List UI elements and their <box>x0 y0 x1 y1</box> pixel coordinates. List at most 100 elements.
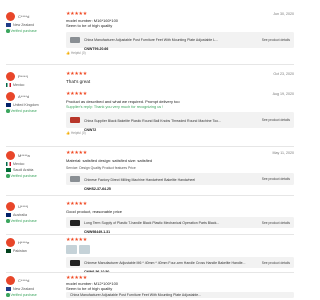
review-body: ★★★★★ That's great <box>66 71 294 85</box>
reviewer-info: U****l Australia Verified purchase <box>6 202 37 223</box>
product-thumbnail <box>70 219 80 226</box>
product-code: CNW72 <box>84 127 97 132</box>
divider <box>6 146 294 147</box>
product-box[interactable]: China Manufacturer Adjustable Post Furni… <box>66 31 294 52</box>
verified-icon <box>6 109 10 113</box>
review-body: ★★★★★ Product as described and what we r… <box>66 92 294 135</box>
verified-icon <box>6 219 10 223</box>
rating-stars: ★★★★★ <box>66 237 87 243</box>
avatar <box>6 72 15 81</box>
review-line: That's great <box>66 79 91 84</box>
rating-stars: ★★★★★ <box>66 201 87 207</box>
verified-label: Verified purchase <box>10 293 37 297</box>
review-body: ★★★★★ model number: M16*160*100 Seem to … <box>66 12 294 55</box>
avatar <box>6 276 15 285</box>
reviewer-info: M****a Mexico <box>6 151 30 166</box>
product-title: Chinese Manufacturer Adjustable M6 * 40m… <box>84 261 246 265</box>
reviewer-country: New Zealand <box>13 287 35 291</box>
flag-icon <box>6 83 11 87</box>
reviewer-country: United Kingdom <box>13 103 39 107</box>
review-date: Oct 23, 2020 <box>273 72 294 76</box>
helpful-button[interactable]: 👍 Helpful (0) <box>66 51 294 55</box>
avatar <box>6 12 15 21</box>
avatar <box>6 202 15 211</box>
flag-icon <box>6 103 11 107</box>
verified-label: Verified purchase <box>10 29 37 33</box>
see-product-details-link[interactable]: See product details <box>262 118 290 122</box>
rating-stars: ★★★★★ <box>66 71 87 77</box>
verified-label: Verified purchase <box>10 109 37 113</box>
rating-stars: ★★★★★ <box>66 11 87 17</box>
reviewer-info: Saudi Arabia Verified purchase <box>6 166 37 178</box>
thumbs-up-icon: 👍 <box>66 50 70 55</box>
reviewer-country: New Zealand <box>13 23 35 27</box>
verified-label: Verified purchase <box>10 174 37 178</box>
review-date: May 11, 2020 <box>272 151 294 155</box>
verified-label: Verified purchase <box>10 219 37 223</box>
product-code: CNWT99-20.66 <box>84 47 109 52</box>
avatar <box>6 151 15 160</box>
review-body: ★★★★★ Material: satisfied design: satisf… <box>66 151 294 191</box>
product-thumbnail <box>70 176 80 183</box>
reviewer-name: H****e <box>18 240 30 245</box>
product-box[interactable]: Chinese Factory Direct Milling Machine H… <box>66 173 294 191</box>
product-title: China Manufacturer Adjustable Post Furni… <box>70 293 202 298</box>
product-title: Chinese Factory Direct Milling Machine H… <box>84 177 196 182</box>
reviewer-name: M****a <box>18 153 30 158</box>
see-product-details-link[interactable]: See product details <box>262 38 290 42</box>
reviewer-name: C****d <box>18 14 30 19</box>
see-product-details-link[interactable]: See product details <box>262 221 290 225</box>
product-thumbnail <box>70 117 80 124</box>
review-date: Jun 30, 2020 <box>273 12 294 16</box>
product-box[interactable]: Long Term Supply of Plastic T-handle Bla… <box>66 217 294 234</box>
avatar <box>6 92 15 101</box>
flag-icon <box>6 168 11 172</box>
review-body: ★★★★★ Good product, reasonable price Lon… <box>66 201 294 234</box>
avatar <box>6 238 15 247</box>
flag-icon <box>6 213 11 217</box>
divider <box>6 234 294 235</box>
reviewer-name: A****d <box>18 94 30 99</box>
review-line: Seem to be of high quality <box>66 285 113 291</box>
rating-stars: ★★★★★ <box>66 91 87 97</box>
reviewer-info: C****d New Zealand Verified purchase <box>6 12 37 33</box>
product-title: Long Term Supply of Plastic T-handle Bla… <box>84 221 220 226</box>
thumbs-up-icon: 👍 <box>66 131 70 136</box>
verified-icon <box>6 293 10 297</box>
product-title: China Supplier Black Bakelite Plastic Ro… <box>84 118 222 123</box>
reviewer-country: Australia <box>13 213 27 217</box>
flag-icon <box>6 23 11 27</box>
verified-icon <box>6 174 10 178</box>
product-box[interactable]: Chinese Manufacturer Adjustable M6 * 40m… <box>66 257 294 274</box>
review-photo[interactable] <box>66 245 77 254</box>
review-body: ★★★★★ model number: M12*100*100 Seem to … <box>66 276 294 299</box>
divider <box>6 272 294 273</box>
reviewer-info: C****d New Zealand Verified purchase <box>6 276 37 297</box>
product-code: CNHS2-37-64.25 <box>84 186 111 191</box>
see-product-details-link[interactable]: See product details <box>262 177 290 181</box>
reviewer-info: H****e Pakistan <box>6 238 29 253</box>
reviewer-name: U****l <box>18 204 29 209</box>
reviewer-info: P****l Mexico <box>6 72 28 87</box>
product-thumbnail <box>70 36 80 43</box>
see-product-details-link[interactable]: See product details <box>262 261 290 265</box>
flag-icon <box>6 249 11 253</box>
review-body: ★★★★★ Chinese Manufacturer Adjustable M6… <box>66 237 294 274</box>
reviewer-name: C****d <box>18 278 30 283</box>
review-line: Product as described and what we require… <box>66 99 180 104</box>
product-title: China Manufacturer Adjustable Post Furni… <box>84 38 219 43</box>
review-date: Aug 19, 2020 <box>272 92 294 96</box>
helpful-button[interactable]: 👍 Helpful (0) <box>66 131 294 135</box>
divider <box>6 64 294 65</box>
product-box[interactable]: China Manufacturer Adjustable Post Furni… <box>66 292 294 299</box>
divider <box>6 195 294 196</box>
reviewer-name: P****l <box>18 74 28 79</box>
verified-icon <box>6 29 10 33</box>
reviewer-info: A****d United Kingdom Verified purchase <box>6 92 39 113</box>
review-line: Material: satisfied design: satisfied si… <box>66 158 153 163</box>
product-box[interactable]: China Supplier Black Bakelite Plastic Ro… <box>66 112 294 132</box>
reviewer-country: Saudi Arabia <box>13 168 34 172</box>
flag-icon <box>6 287 11 291</box>
product-thumbnail <box>70 259 80 266</box>
reviewer-country: Mexico <box>13 83 25 87</box>
